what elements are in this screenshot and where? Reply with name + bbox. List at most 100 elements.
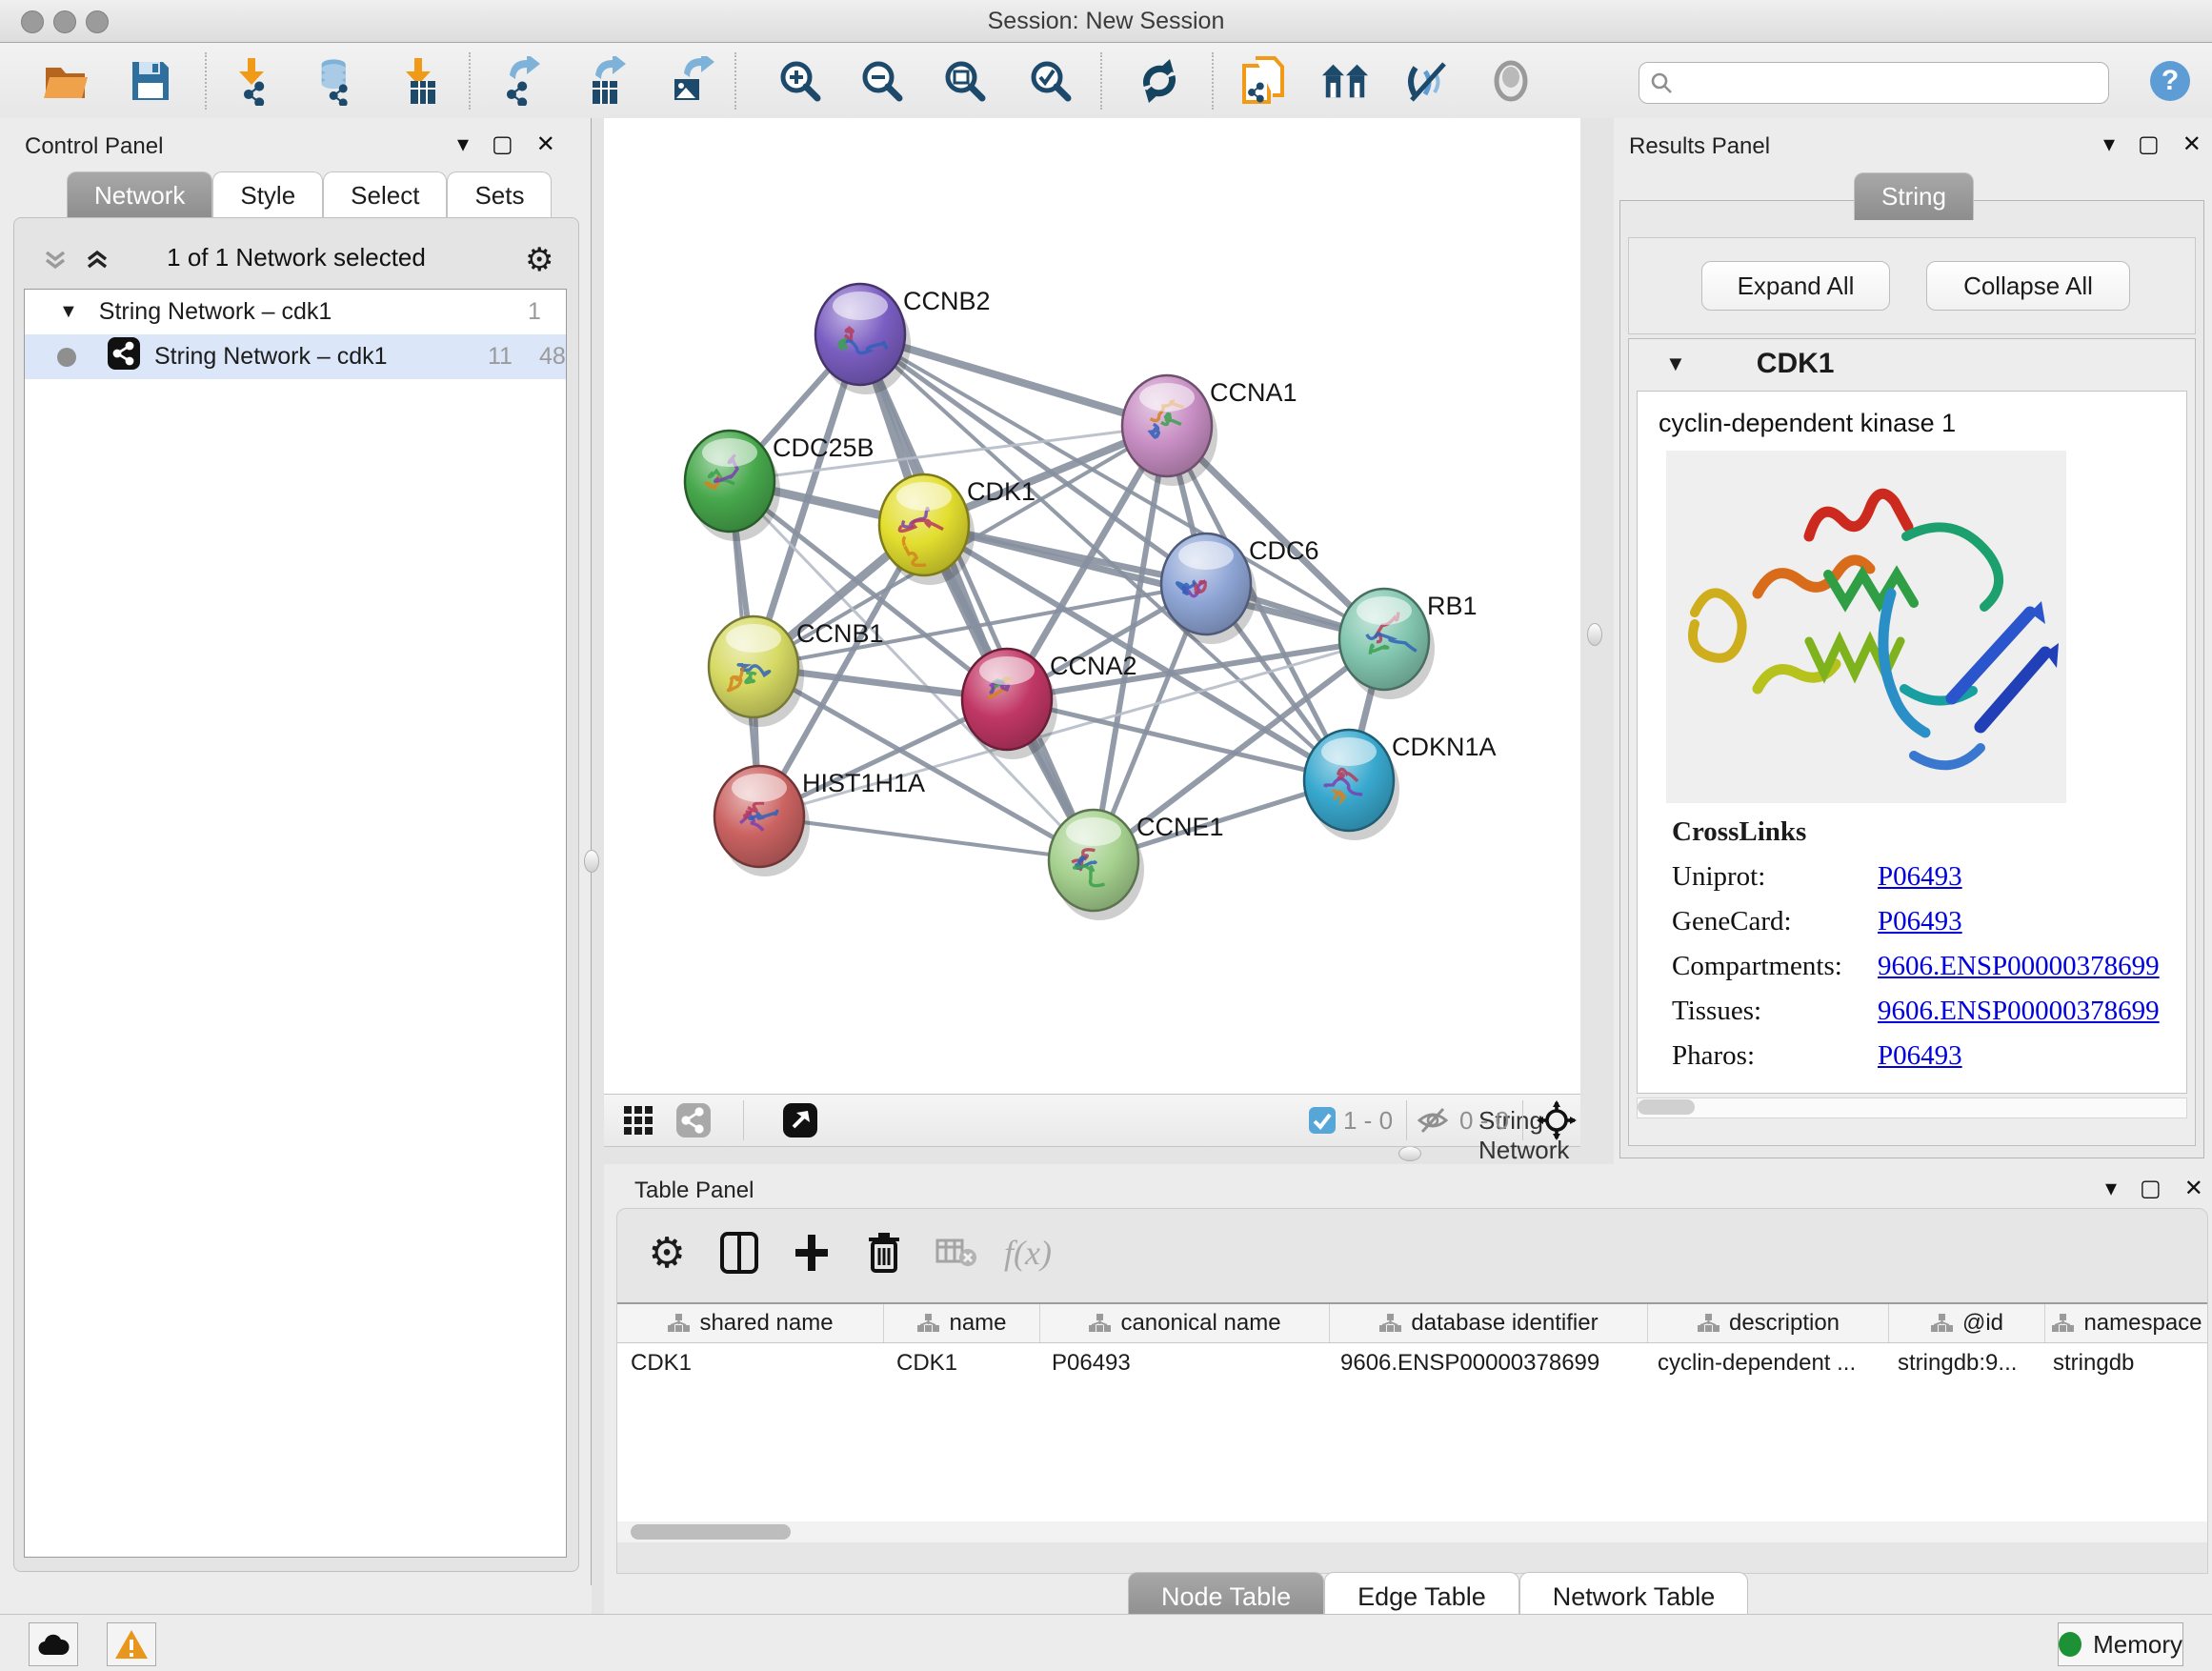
panel-menu-icon[interactable]: ▾ <box>2103 133 2115 156</box>
grid-icon[interactable] <box>617 1101 659 1139</box>
section-expander-icon[interactable]: ▼ <box>1665 352 1686 376</box>
svg-text:?: ? <box>2162 65 2179 96</box>
column-header-@id[interactable]: @id <box>1889 1304 2045 1342</box>
splitter-handle[interactable] <box>1398 1146 1421 1161</box>
node-label: HIST1H1A <box>802 769 925 797</box>
node-table[interactable]: shared namenamecanonical namedatabase id… <box>617 1302 2207 1521</box>
table-cell[interactable]: 9606.ENSP00000378699 <box>1327 1343 1644 1383</box>
collapse-all-button[interactable]: Collapse All <box>1926 261 2130 311</box>
tab-style[interactable]: Style <box>212 171 323 219</box>
open-session-icon[interactable] <box>42 56 91 106</box>
search-input[interactable] <box>1681 69 2108 97</box>
float-panel-icon[interactable]: ▢ <box>2138 133 2160 156</box>
crosslink-link[interactable]: P06493 <box>1878 861 1962 893</box>
clone-network-icon[interactable] <box>1238 56 1288 106</box>
refresh-layout-icon[interactable] <box>1135 56 1184 106</box>
columns-icon[interactable] <box>716 1230 762 1276</box>
delete-column-icon[interactable] <box>861 1230 907 1276</box>
float-panel-icon[interactable]: ▢ <box>492 133 513 156</box>
table-cell[interactable]: P06493 <box>1038 1343 1327 1383</box>
column-header-database-identifier[interactable]: database identifier <box>1330 1304 1648 1342</box>
crosslink-row: Tissues:9606.ENSP00000378699 <box>1672 996 2160 1027</box>
table-cell[interactable]: stringdb:9... <box>1884 1343 2040 1383</box>
column-header-shared-name[interactable]: shared name <box>617 1304 884 1342</box>
table-cell[interactable]: CDK1 <box>883 1343 1038 1383</box>
network-tab-content: 1 of 1 Network selected ⚙ ▼ String Netwo… <box>13 217 579 1572</box>
sphere-eye-icon[interactable] <box>1486 56 1536 106</box>
panel-menu-icon[interactable]: ▾ <box>2105 1178 2117 1200</box>
tab-network[interactable]: Network <box>67 171 212 219</box>
close-panel-icon[interactable]: ✕ <box>2182 133 2202 156</box>
network-node-cdk1[interactable]: CDK1 <box>879 474 1036 585</box>
delete-table-icon[interactable] <box>934 1230 979 1276</box>
function-builder-icon[interactable]: f(x) <box>1004 1233 1052 1273</box>
network-canvas[interactable]: CCNB2CCNA1CDC25BCDK1CDC6RB1CCNB1CCNA2CDK… <box>604 118 1580 1094</box>
column-header-namespace[interactable]: namespace <box>2045 1304 2207 1342</box>
add-column-icon[interactable] <box>789 1230 835 1276</box>
network-node-rb1[interactable]: RB1 <box>1339 589 1478 699</box>
cloud-icon[interactable] <box>29 1622 78 1666</box>
table-hscrollbar[interactable] <box>617 1521 2207 1542</box>
tab-select[interactable]: Select <box>323 171 447 219</box>
crosslink-label: Tissues: <box>1672 996 1878 1027</box>
help-icon[interactable]: ? <box>2145 56 2195 106</box>
tab-sets[interactable]: Sets <box>447 171 552 219</box>
zoom-selected-icon[interactable] <box>1026 56 1076 106</box>
import-table-file-icon[interactable] <box>398 56 448 106</box>
column-header-description[interactable]: description <box>1648 1304 1889 1342</box>
splitter-handle[interactable] <box>584 850 599 873</box>
results-hscrollbar[interactable] <box>1637 1097 2187 1118</box>
column-header-name[interactable]: name <box>884 1304 1040 1342</box>
collection-expander-icon[interactable]: ▼ <box>59 301 78 323</box>
hidden-count: 0 - 0 <box>1459 1106 1509 1136</box>
expand-all-button[interactable]: Expand All <box>1701 261 1890 311</box>
node-count: 11 <box>488 343 513 371</box>
table-cell[interactable]: stringdb <box>2040 1343 2202 1383</box>
export-table-icon[interactable] <box>582 56 632 106</box>
table-row[interactable]: CDK1CDK1P064939606.ENSP00000378699cyclin… <box>617 1343 2207 1383</box>
save-session-icon[interactable] <box>126 56 175 106</box>
close-panel-icon[interactable]: ✕ <box>2184 1178 2203 1200</box>
open-in-window-icon[interactable] <box>779 1101 821 1139</box>
network-selected-status: 1 of 1 Network selected <box>14 243 578 272</box>
network-node-cdc25b[interactable]: CDC25B <box>685 431 875 541</box>
tab-string[interactable]: String <box>1854 172 1974 220</box>
network-node-ccnb2[interactable]: CCNB2 <box>815 284 991 394</box>
memory-button[interactable]: Memory <box>2058 1622 2183 1666</box>
eye-slash-icon[interactable] <box>1412 1101 1454 1139</box>
crosslink-link[interactable]: 9606.ENSP00000378699 <box>1878 996 2160 1027</box>
panel-menu-icon[interactable]: ▾ <box>457 133 469 156</box>
network-node-hist1h1a[interactable]: HIST1H1A <box>714 766 925 876</box>
checkbox-icon[interactable] <box>1301 1101 1343 1139</box>
crosslink-link[interactable]: 9606.ENSP00000378699 <box>1878 951 2160 982</box>
column-header-canonical-name[interactable]: canonical name <box>1040 1304 1330 1342</box>
splitter-handle[interactable] <box>1587 623 1602 646</box>
share-icon[interactable] <box>673 1101 714 1139</box>
warning-icon[interactable] <box>107 1622 156 1666</box>
string-homes-icon[interactable] <box>1320 56 1370 106</box>
import-network-database-icon[interactable] <box>313 56 363 106</box>
network-node-ccnb1[interactable]: CCNB1 <box>709 616 884 727</box>
export-image-icon[interactable] <box>667 56 716 106</box>
network-collection-row[interactable]: ▼ String Network – cdk1 1 <box>25 290 566 334</box>
gene-section-header[interactable]: ▼ CDK1 <box>1629 339 2195 389</box>
float-panel-icon[interactable]: ▢ <box>2140 1178 2162 1200</box>
zoom-in-icon[interactable] <box>775 56 825 106</box>
table-cell[interactable]: cyclin-dependent ... <box>1644 1343 1884 1383</box>
gear-icon[interactable]: ⚙ <box>525 241 553 279</box>
zoom-fit-icon[interactable] <box>940 56 990 106</box>
gear-icon[interactable]: ⚙ <box>644 1230 690 1276</box>
glasses-slash-icon[interactable] <box>1402 56 1452 106</box>
export-network-icon[interactable] <box>500 56 550 106</box>
table-cell[interactable]: CDK1 <box>617 1343 883 1383</box>
import-network-file-icon[interactable] <box>233 56 283 106</box>
network-node-ccne1[interactable]: CCNE1 <box>1049 810 1224 920</box>
network-node-cdkn1a[interactable]: CDKN1A <box>1304 730 1497 840</box>
network-row[interactable]: String Network – cdk1 11 48 <box>25 334 566 379</box>
crosslink-link[interactable]: P06493 <box>1878 906 1962 937</box>
birdseye-icon[interactable] <box>1536 1101 1578 1139</box>
crosslink-link[interactable]: P06493 <box>1878 1040 1962 1072</box>
close-panel-icon[interactable]: ✕ <box>536 133 555 156</box>
status-bar: Memory <box>0 1614 2212 1671</box>
zoom-out-icon[interactable] <box>857 56 907 106</box>
